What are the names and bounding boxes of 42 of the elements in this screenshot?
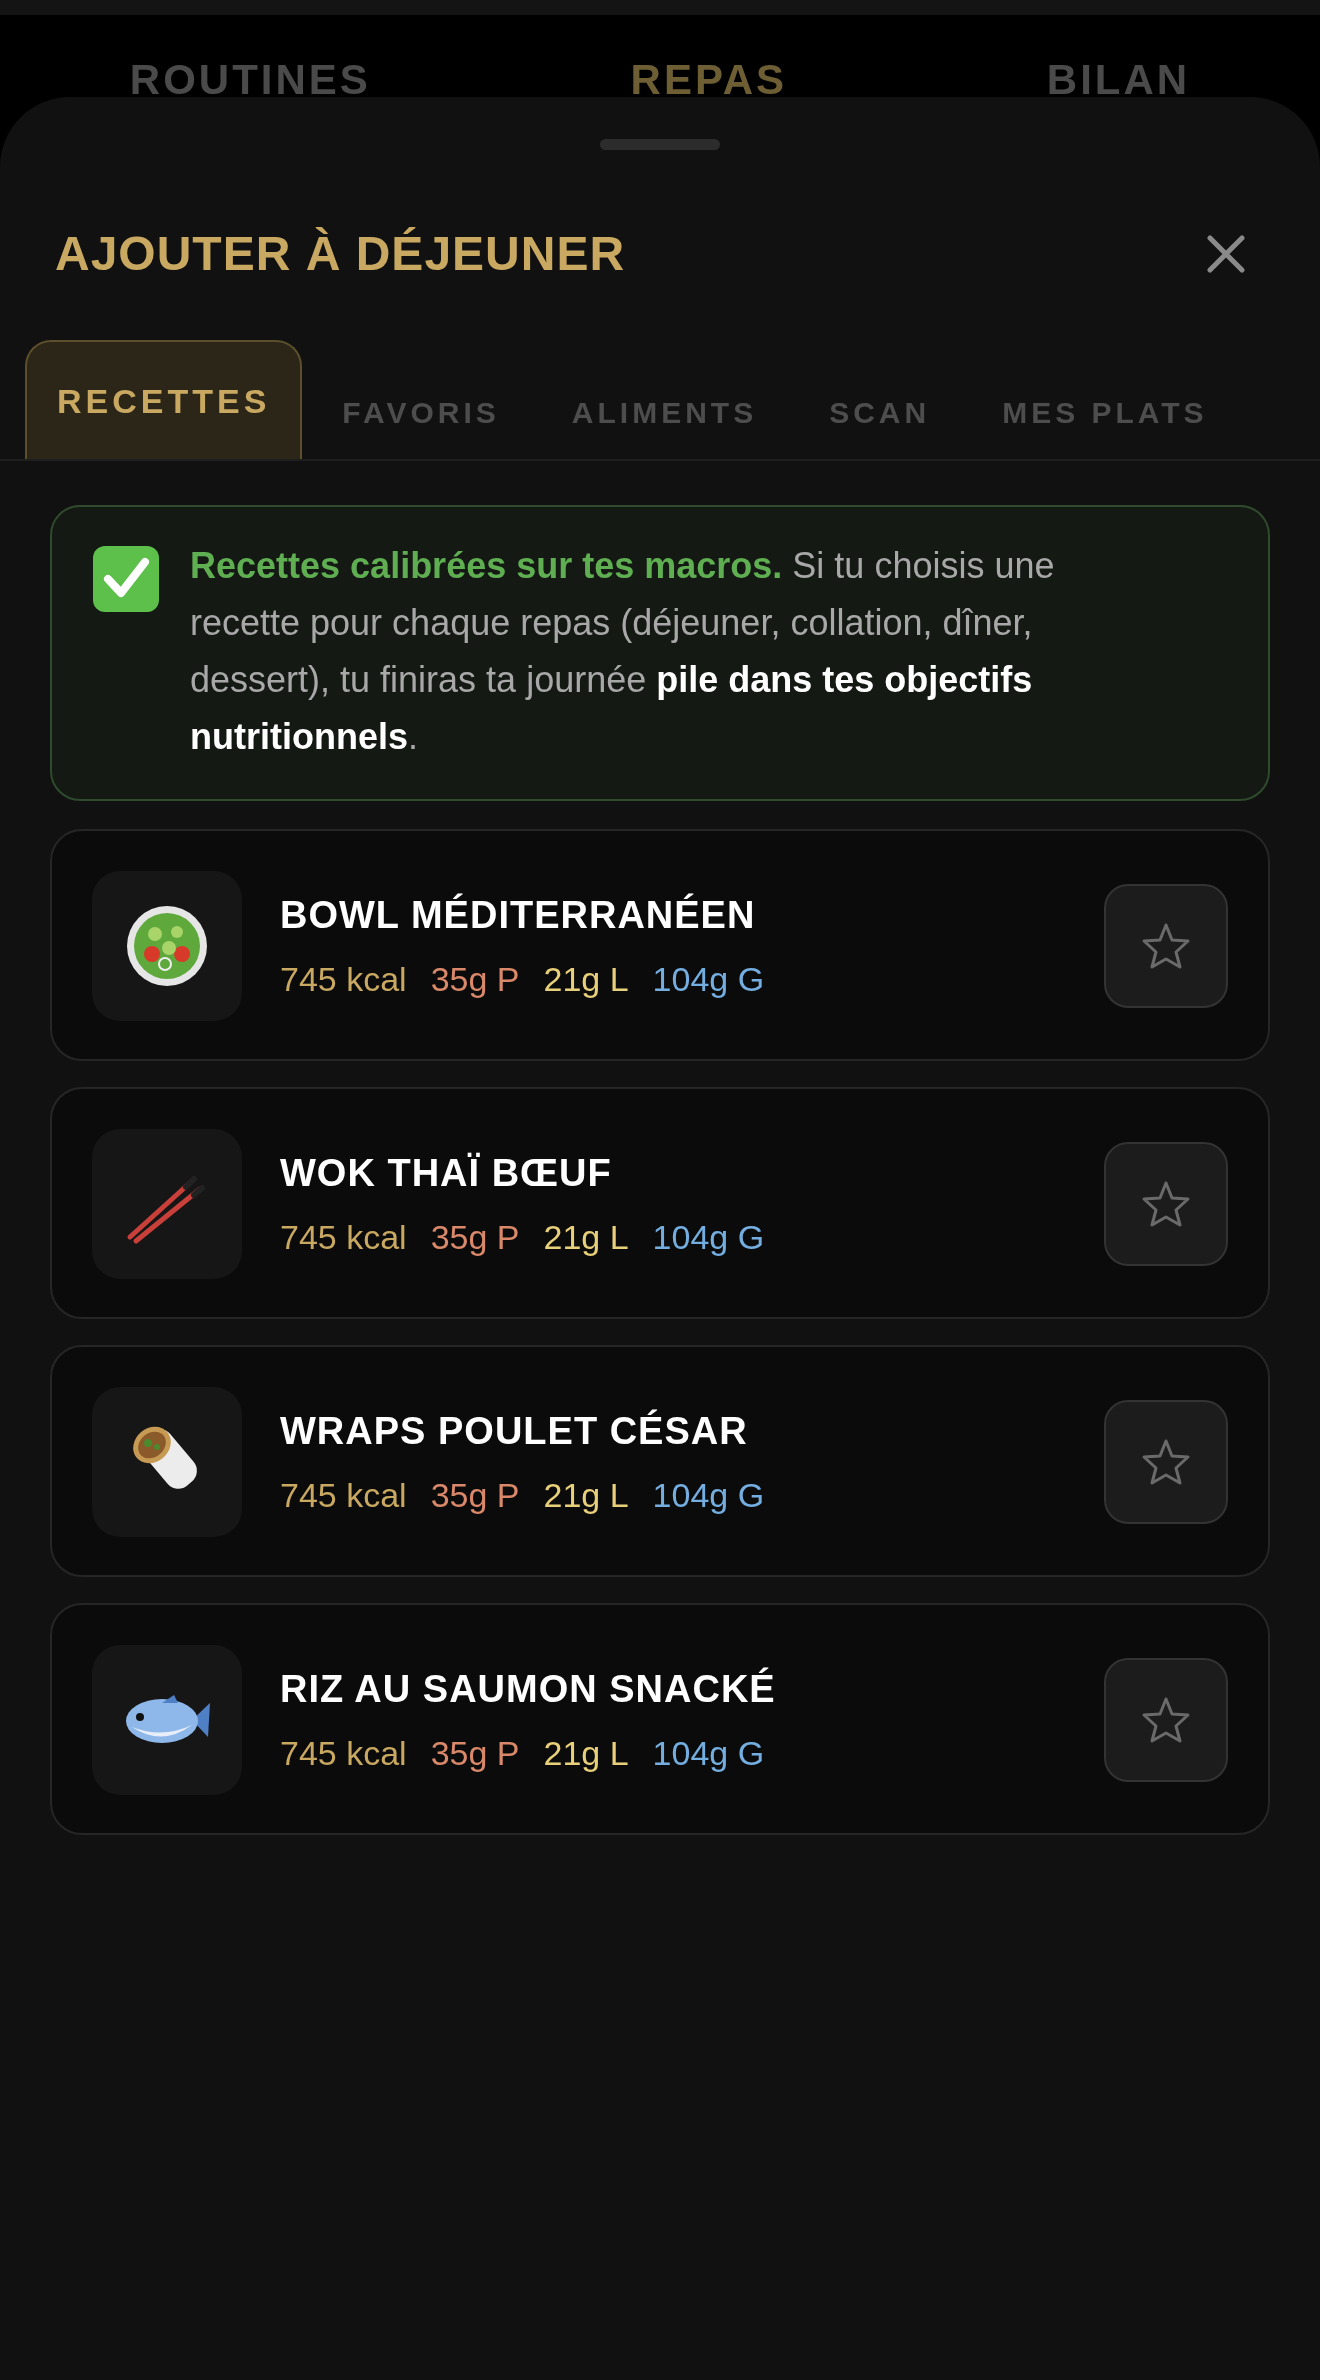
tab[interactable]: FAVORIS: [310, 362, 532, 459]
macro-value: 35g P: [430, 1734, 520, 1772]
tab[interactable]: ALIMENTS: [539, 362, 790, 459]
macro-value: 104g G: [652, 1476, 765, 1514]
macro-value: 745 kcal: [280, 1476, 407, 1514]
recipe-card[interactable]: WOK THAÏ BŒUF 745 kcal 35g P 21g L 104g G: [50, 1087, 1270, 1319]
macro-value: 745 kcal: [280, 1218, 407, 1256]
tab[interactable]: MES PLATS: [970, 362, 1240, 459]
recipe-card[interactable]: RIZ AU SAUMON SNACKÉ 745 kcal 35g P 21g L 104g G: [50, 1603, 1270, 1835]
recipe-name: BOWL MÉDITERRANÉEN: [280, 892, 757, 938]
recipe-name: WOK THAÏ BŒUF: [280, 1151, 613, 1196]
macro-value: 35g P: [430, 960, 520, 998]
drag-handle[interactable]: [600, 139, 720, 150]
macro-value: 21g L: [543, 960, 629, 998]
macro-value: 104g G: [652, 1734, 765, 1772]
favorite-button[interactable]: [1104, 1658, 1228, 1782]
sheet-title: AJOUTER À DÉJEUNER: [55, 226, 626, 282]
recipe-name: RIZ AU SAUMON SNACKÉ: [280, 1666, 777, 1712]
macro-value: 35g P: [430, 1218, 520, 1256]
macro-value: 21g L: [543, 1734, 629, 1772]
recipe-name: WRAPS POULET CÉSAR: [280, 1408, 749, 1454]
nav-tab[interactable]: BILAN: [1046, 15, 1191, 97]
macro-value: 745 kcal: [280, 1734, 407, 1772]
macro-value: 21g L: [543, 1476, 629, 1514]
favorite-button[interactable]: [1104, 1142, 1228, 1266]
close-icon: [1206, 234, 1246, 274]
nav-tab[interactable]: ROUTINES: [129, 15, 371, 97]
macro-value: 21g L: [543, 1218, 629, 1256]
macro-value: 745 kcal: [280, 960, 407, 998]
checkmark-icon: [92, 545, 160, 613]
favorite-button[interactable]: [1104, 884, 1228, 1008]
tab[interactable]: SCAN: [797, 362, 963, 459]
nav-tab[interactable]: REPAS: [630, 15, 788, 97]
recipe-card[interactable]: BOWL MÉDITERRANÉEN 745 kcal 35g P 21g L 104g G: [50, 829, 1270, 1061]
macro-value: 104g G: [652, 960, 765, 998]
tab[interactable]: RECETTES: [25, 340, 303, 459]
salad-bowl-icon: [125, 904, 209, 988]
macro-value: 104g G: [652, 1218, 765, 1256]
info-text: Recettes calibrées sur tes macros. Si tu choisis une recette pour chaque repas (déjeuner, collation, dîner, dessert), tu finiras ta journée pile dans tes objectifs nutritionnels.: [190, 544, 1056, 759]
recipe-card[interactable]: WRAPS POULET CÉSAR 745 kcal 35g P 21g L 104g G: [50, 1345, 1270, 1577]
favorite-button[interactable]: [1104, 1400, 1228, 1524]
macro-value: 35g P: [430, 1476, 520, 1514]
